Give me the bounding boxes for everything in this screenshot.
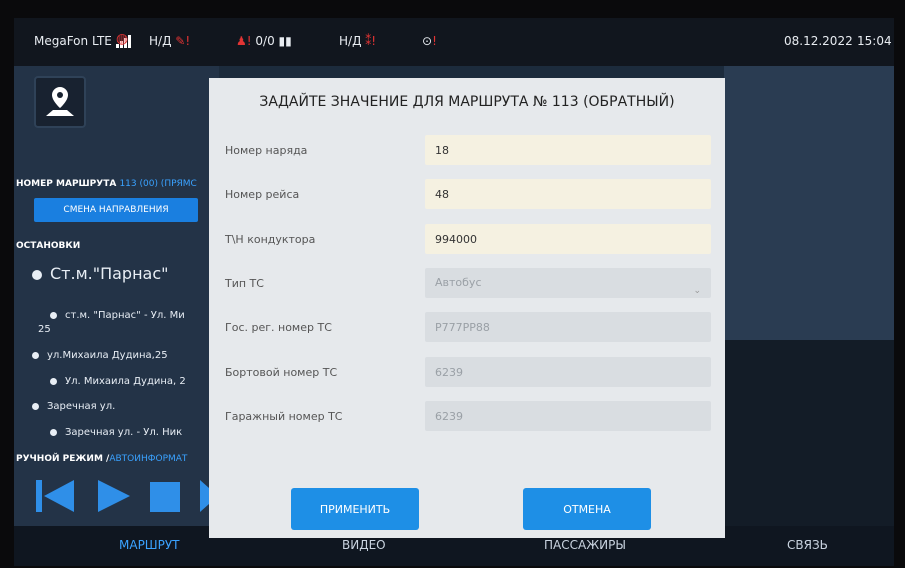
map-pin-icon (46, 87, 74, 116)
satellite-alert-icon: ✎! (175, 34, 191, 48)
route-settings-dialog: ЗАДАЙТЕ ЗНАЧЕНИЕ ДЛЯ МАРШРУТА № 113 (ОБР… (209, 78, 725, 538)
field-label-trip-number: Номер рейса (225, 188, 300, 201)
tab-communication[interactable]: СВЯЗЬ (787, 538, 828, 552)
date: 08.12.2022 (784, 34, 853, 48)
time: 15:04 (857, 34, 892, 48)
terminal-screen: MegaFon LTE ◍ Н/Д ✎! ♟! 0/0 ▮▮ Н/Д ⁑! ⊙!… (14, 18, 894, 566)
stop-item[interactable]: Заречная ул. (32, 401, 115, 412)
chevron-down-icon: ⌄ (693, 286, 701, 296)
route-panel: НОМЕР МАРШРУТА 113 (00) (ПРЯМС СМЕНА НАП… (14, 66, 219, 526)
field-label-vehicle-type: Тип ТС (225, 277, 264, 290)
tab-passengers[interactable]: ПАССАЖИРЫ (544, 538, 626, 552)
stop-item-continuation: 25 (38, 324, 51, 335)
garage-number-input[interactable] (425, 401, 711, 431)
status-bar: MegaFon LTE ◍ Н/Д ✎! ♟! 0/0 ▮▮ Н/Д ⁑! ⊙!… (14, 18, 894, 66)
change-direction-button[interactable]: СМЕНА НАПРАВЛЕНИЯ (34, 198, 198, 222)
door-icon: ▮▮ (278, 34, 292, 48)
gps-status: Н/Д ✎! (149, 34, 191, 48)
passenger-counter: ♟! 0/0 ▮▮ (236, 34, 292, 48)
second-status: Н/Д ⁑! (339, 34, 377, 48)
stop-item[interactable]: ул.Михаила Дудина,25 (32, 350, 168, 361)
previous-icon[interactable] (34, 476, 76, 516)
globe-icon: ◍ (116, 31, 129, 47)
field-label-conductor-id: Т\Н кондуктора (225, 233, 316, 246)
board-number-input[interactable] (425, 357, 711, 387)
route-number: НОМЕР МАРШРУТА 113 (00) (ПРЯМС (16, 179, 197, 189)
sensor-alert-icon: ⁑! (365, 34, 377, 48)
vehicle-type-select[interactable]: Автобус ⌄ (425, 268, 711, 298)
tab-video[interactable]: ВИДЕО (342, 538, 386, 552)
stop-item[interactable]: Ул. Михаила Дудина, 2 (50, 376, 186, 387)
mode-indicator: РУЧНОЙ РЕЖИМ /АВТОИНФОРМАТ (16, 454, 188, 464)
field-label-board-number: Бортовой номер ТС (225, 366, 338, 379)
field-label-garage-number: Гаражный номер ТС (225, 410, 343, 423)
person-alert-icon: ♟! (236, 34, 252, 48)
field-label-registration-number: Гос. рег. номер ТС (225, 321, 332, 334)
stops-heading: ОСТАНОВКИ (16, 241, 81, 251)
camera-alert-icon: ⊙! (422, 34, 437, 48)
conductor-id-input[interactable] (425, 224, 711, 254)
map-area (724, 66, 894, 340)
order-number-input[interactable] (425, 135, 711, 165)
stop-item[interactable]: Заречная ул. - Ул. Ник (50, 427, 182, 438)
play-icon[interactable] (96, 476, 132, 516)
stop-item[interactable]: ст.м. "Парнас" - Ул. Ми (50, 310, 185, 321)
dialog-title: ЗАДАЙТЕ ЗНАЧЕНИЕ ДЛЯ МАРШРУТА № 113 (ОБР… (259, 94, 675, 110)
tab-route[interactable]: МАРШРУТ (119, 538, 180, 552)
info-area (724, 340, 894, 526)
registration-number-input[interactable] (425, 312, 711, 342)
stop-item[interactable]: Ст.м."Парнас" (32, 264, 169, 283)
cancel-button[interactable]: ОТМЕНА (523, 488, 651, 530)
stop-icon[interactable] (148, 476, 184, 516)
app-logo (34, 76, 86, 128)
trip-number-input[interactable] (425, 179, 711, 209)
apply-button[interactable]: ПРИМЕНИТЬ (291, 488, 419, 530)
field-label-order-number: Номер наряда (225, 144, 308, 157)
